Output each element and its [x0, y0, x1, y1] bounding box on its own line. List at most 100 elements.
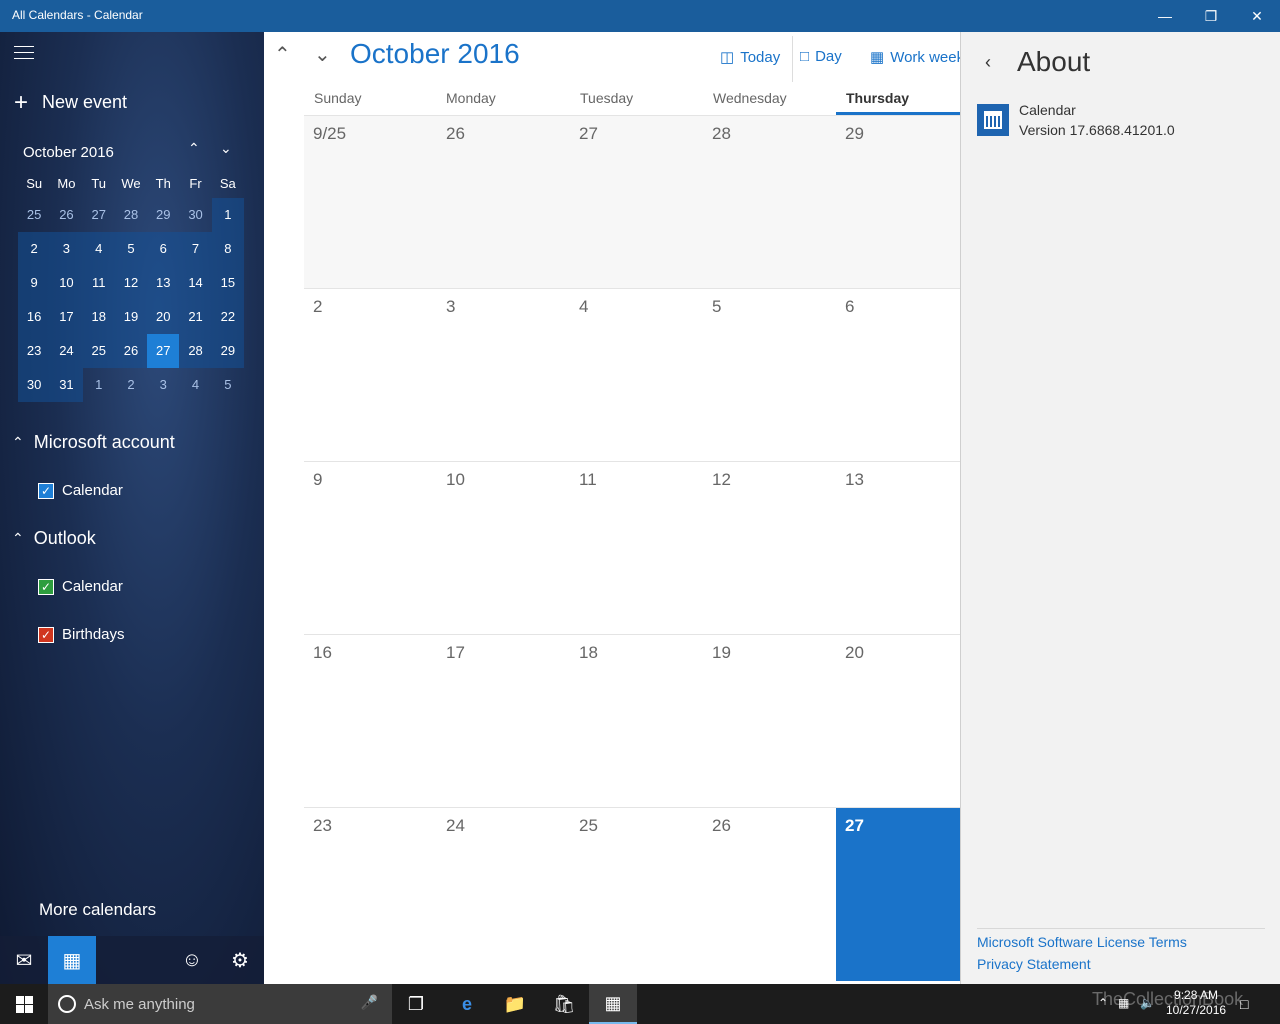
mini-day[interactable]: 2	[115, 368, 147, 402]
day-view-button[interactable]: □ Day	[800, 48, 842, 65]
mini-day[interactable]: 7	[179, 232, 212, 266]
back-arrow-icon[interactable]: ‹	[985, 52, 991, 73]
day-cell[interactable]: 3	[437, 289, 570, 462]
cortana-search-box[interactable]: Ask me anything 🎤	[48, 984, 392, 1024]
show-hidden-icons-icon[interactable]: ⌃	[1098, 996, 1108, 1010]
mini-day[interactable]: 26	[114, 334, 148, 368]
day-cell[interactable]: 11	[570, 462, 703, 635]
mini-day[interactable]: 24	[50, 334, 83, 368]
mini-day[interactable]: 14	[179, 266, 212, 300]
chevron-up-icon[interactable]: ⌃	[188, 140, 200, 157]
day-cell[interactable]: 24	[437, 808, 570, 981]
hamburger-menu-icon[interactable]	[14, 46, 34, 62]
calendar-toggle-microsoft-calendar[interactable]: ✓ Calendar	[38, 482, 123, 499]
mini-day[interactable]: 13	[147, 266, 180, 300]
mini-day[interactable]: 10	[50, 266, 83, 300]
day-cell[interactable]: 20	[836, 635, 960, 808]
mini-day[interactable]: 30	[18, 368, 51, 402]
chevron-down-icon[interactable]: ⌄	[220, 140, 232, 157]
day-cell[interactable]: 26	[437, 116, 570, 289]
mini-day[interactable]: 4	[82, 232, 115, 266]
mini-day[interactable]: 28	[179, 334, 212, 368]
day-cell[interactable]: 16	[304, 635, 437, 808]
file-explorer-icon[interactable]: 📁	[491, 984, 539, 1024]
mini-day[interactable]: 19	[114, 300, 148, 334]
mini-day[interactable]: 11	[82, 266, 115, 300]
mini-day[interactable]: 16	[18, 300, 51, 334]
mini-day[interactable]: 1	[211, 198, 244, 232]
mini-day[interactable]: 2	[18, 232, 51, 266]
volume-icon[interactable]: 🔈	[1140, 996, 1155, 1010]
mini-day[interactable]: 12	[114, 266, 148, 300]
day-cell[interactable]: 28	[703, 116, 836, 289]
mini-day[interactable]: 3	[50, 232, 83, 266]
calendar-icon[interactable]: ▦	[48, 936, 96, 984]
microphone-icon[interactable]: 🎤	[361, 994, 378, 1011]
mini-day[interactable]: 21	[179, 300, 212, 334]
start-button[interactable]	[0, 984, 48, 1024]
previous-month-icon[interactable]: ⌃	[274, 42, 291, 67]
network-icon[interactable]: ▦	[1118, 996, 1129, 1010]
mini-day[interactable]: 9	[18, 266, 51, 300]
mini-day[interactable]: 18	[82, 300, 115, 334]
day-cell[interactable]: 26	[703, 808, 836, 981]
mini-day[interactable]: 29	[147, 198, 179, 232]
task-view-icon[interactable]: ❐	[392, 984, 440, 1024]
mini-day[interactable]: 26	[50, 198, 82, 232]
mini-day[interactable]: 31	[50, 368, 83, 402]
day-cell[interactable]: 27	[570, 116, 703, 289]
day-cell[interactable]: 6	[836, 289, 960, 462]
calendar-toggle-outlook-calendar[interactable]: ✓ Calendar	[38, 578, 123, 595]
mini-day[interactable]: 17	[50, 300, 83, 334]
account-header-microsoft[interactable]: ⌃ Microsoft account	[12, 432, 175, 453]
mail-icon[interactable]: ✉	[0, 936, 48, 984]
system-clock[interactable]: 9:28 AM 10/27/2016	[1166, 988, 1226, 1018]
mini-day[interactable]: 6	[147, 232, 180, 266]
day-cell-today[interactable]: 27	[836, 808, 960, 981]
mini-day[interactable]: 4	[179, 368, 211, 402]
mini-day[interactable]: 28	[115, 198, 147, 232]
mini-day[interactable]: 3	[147, 368, 179, 402]
action-center-icon[interactable]: □	[1240, 996, 1248, 1012]
store-icon[interactable]: 🛍	[540, 984, 588, 1024]
mini-day[interactable]: 22	[211, 300, 244, 334]
calendar-taskbar-icon[interactable]: ▦	[589, 984, 637, 1024]
minimize-button[interactable]: —	[1142, 0, 1188, 32]
day-cell[interactable]: 18	[570, 635, 703, 808]
day-cell[interactable]: 19	[703, 635, 836, 808]
work-week-view-button[interactable]: ▦ Work week	[870, 48, 960, 67]
mini-day[interactable]: 30	[179, 198, 211, 232]
mini-day[interactable]: 15	[211, 266, 244, 300]
day-cell[interactable]: 10	[437, 462, 570, 635]
mini-day[interactable]: 8	[211, 232, 244, 266]
settings-icon[interactable]: ⚙	[216, 936, 264, 984]
day-cell[interactable]: 12	[703, 462, 836, 635]
day-cell[interactable]: 17	[437, 635, 570, 808]
day-cell[interactable]: 9/25	[304, 116, 437, 289]
mini-day[interactable]: 25	[82, 334, 115, 368]
new-event-button[interactable]: + New event	[14, 90, 127, 114]
day-cell[interactable]: 13	[836, 462, 960, 635]
day-cell[interactable]: 25	[570, 808, 703, 981]
mini-day[interactable]: 20	[147, 300, 180, 334]
day-cell[interactable]: 23	[304, 808, 437, 981]
mini-day[interactable]: 5	[212, 368, 244, 402]
day-cell[interactable]: 2	[304, 289, 437, 462]
close-button[interactable]: ✕	[1234, 0, 1280, 32]
privacy-statement-link[interactable]: Privacy Statement	[977, 956, 1091, 972]
account-header-outlook[interactable]: ⌃ Outlook	[12, 528, 96, 549]
restore-button[interactable]: ❐	[1188, 0, 1234, 32]
more-calendars-link[interactable]: More calendars	[39, 900, 156, 920]
mini-day-today[interactable]: 27	[147, 334, 180, 368]
calendar-toggle-birthdays[interactable]: ✓ Birthdays	[38, 626, 125, 643]
today-button[interactable]: ◫ Today	[720, 48, 780, 67]
mini-day[interactable]: 5	[114, 232, 148, 266]
smiley-icon[interactable]: ☺	[168, 936, 216, 984]
day-cell[interactable]: 29	[836, 116, 960, 289]
mini-day[interactable]: 1	[83, 368, 115, 402]
license-terms-link[interactable]: Microsoft Software License Terms	[977, 934, 1187, 950]
mini-day[interactable]: 25	[18, 198, 50, 232]
next-month-icon[interactable]: ⌄	[314, 42, 331, 67]
mini-day[interactable]: 27	[83, 198, 115, 232]
edge-browser-icon[interactable]: e	[443, 984, 491, 1024]
